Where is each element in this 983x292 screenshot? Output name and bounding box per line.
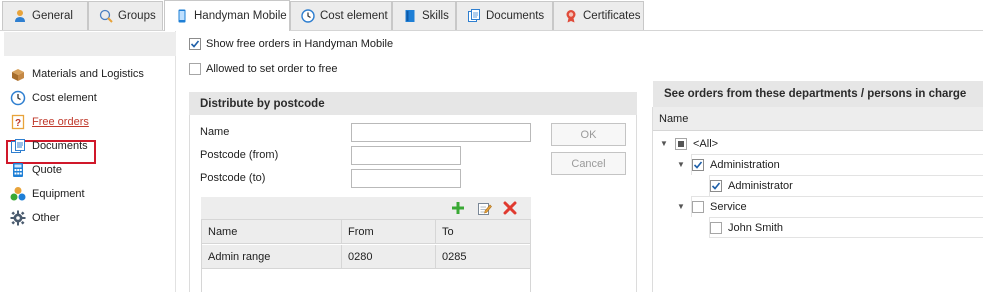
mobile-icon	[175, 9, 189, 23]
sidebar-item-label: Cost element	[32, 92, 97, 104]
gear-icon	[10, 210, 26, 226]
name-label: Name	[200, 126, 230, 138]
show-free-orders-label: Show free orders in Handyman Mobile	[206, 38, 394, 50]
postcode-from-input[interactable]	[351, 146, 461, 165]
tab-label: Documents	[486, 10, 545, 22]
tree-node-label: Administration	[710, 158, 780, 171]
postcode-to-label: Postcode (to)	[200, 172, 266, 184]
add-icon[interactable]	[449, 199, 467, 217]
sidebar-item-label: Other	[32, 212, 60, 224]
tab-label: General	[32, 10, 73, 22]
allowed-set-free-checkbox[interactable]	[189, 63, 201, 75]
name-input[interactable]	[351, 123, 531, 142]
edit-icon[interactable]	[475, 199, 493, 217]
sidebar-item-cost-element[interactable]: Cost element	[10, 89, 97, 107]
table-row-to-cell[interactable]: 0285	[436, 245, 530, 269]
tab-cost-element[interactable]: Cost element	[290, 1, 392, 30]
tree-node-label: Service	[710, 200, 747, 213]
grid-toolbar	[201, 197, 531, 219]
tree-node-label: <All>	[693, 137, 719, 150]
cancel-button[interactable]: Cancel	[551, 152, 626, 175]
column-header-name[interactable]: Name	[202, 220, 342, 244]
ok-button[interactable]: OK	[551, 123, 626, 146]
sidebar-item-materials-and-logistics[interactable]: Materials and Logistics	[10, 65, 144, 83]
sidebar: Materials and Logistics Cost element ? F…	[0, 31, 176, 292]
boxes-icon	[10, 66, 26, 82]
departments-panel-title: See orders from these departments / pers…	[664, 88, 967, 100]
tab-bar: General Groups Handyman Mobile Cost elem…	[0, 0, 983, 31]
distribute-panel-title: Distribute by postcode	[200, 97, 325, 110]
documents-icon	[10, 138, 26, 154]
sidebar-item-quote[interactable]: Quote	[10, 161, 62, 179]
tree-node-administrator[interactable]: Administrator	[710, 175, 793, 196]
postcode-from-label: Postcode (from)	[200, 149, 279, 161]
tree-node-administration[interactable]: ▼ Administration	[676, 154, 780, 175]
groups-icon	[99, 9, 113, 23]
svg-text:?: ?	[15, 118, 21, 129]
tree-node-all[interactable]: ▼ <All>	[659, 133, 718, 154]
equipment-icon	[10, 186, 26, 202]
tab-label: Groups	[118, 10, 156, 22]
tree-checkbox[interactable]	[692, 158, 704, 171]
tab-skills[interactable]: Skills	[392, 1, 456, 30]
tab-label: Skills	[422, 10, 449, 22]
tab-label: Certificates	[583, 10, 641, 22]
distribute-panel-header: Distribute by postcode	[189, 92, 637, 115]
tab-label: Cost element	[320, 10, 388, 22]
collapse-arrow-icon[interactable]: ▼	[676, 202, 686, 212]
tree-node-service[interactable]: ▼ Service	[676, 196, 747, 217]
sidebar-item-label: Equipment	[32, 188, 85, 200]
sidebar-item-equipment[interactable]: Equipment	[10, 185, 85, 203]
tree-node-label: Administrator	[728, 179, 793, 192]
column-header-from[interactable]: From	[342, 220, 436, 244]
collapse-arrow-icon[interactable]: ▼	[676, 160, 686, 170]
allowed-set-free-label: Allowed to set order to free	[206, 63, 338, 75]
postcode-to-input[interactable]	[351, 169, 461, 188]
allowed-set-free-option[interactable]: Allowed to set order to free	[189, 63, 337, 75]
tree-node-john-smith[interactable]: John Smith	[710, 217, 783, 238]
tree-column-header[interactable]: Name	[653, 107, 983, 131]
tab-handyman-mobile[interactable]: Handyman Mobile	[164, 0, 290, 31]
sidebar-item-label: Free orders	[32, 116, 89, 128]
tab-label: Handyman Mobile	[194, 10, 287, 22]
tab-general[interactable]: General	[2, 1, 88, 30]
sidebar-header	[4, 32, 176, 56]
sidebar-item-documents[interactable]: Documents	[10, 137, 88, 155]
book-icon	[403, 9, 417, 23]
tree-checkbox[interactable]	[710, 179, 722, 192]
certificate-icon	[564, 9, 578, 23]
column-header-to[interactable]: To	[436, 220, 530, 244]
table-row-from-cell[interactable]: 0280	[342, 245, 436, 269]
tab-certificates[interactable]: Certificates	[553, 1, 644, 30]
tree-node-label: John Smith	[728, 221, 784, 234]
sidebar-item-free-orders[interactable]: ? Free orders	[10, 113, 89, 131]
postcode-grid: Name From To Admin range 0280 0285	[201, 219, 531, 292]
tab-documents[interactable]: Documents	[456, 1, 553, 30]
clock-icon	[301, 9, 315, 23]
sidebar-item-label: Materials and Logistics	[32, 68, 144, 80]
question-doc-icon: ?	[10, 114, 26, 130]
table-row-name-cell[interactable]: Admin range	[202, 245, 342, 269]
clock-icon	[10, 90, 26, 106]
calculator-icon	[10, 162, 26, 178]
show-free-orders-option[interactable]: Show free orders in Handyman Mobile	[189, 38, 393, 50]
person-icon	[13, 9, 27, 23]
tree-checkbox[interactable]	[692, 200, 704, 213]
tree-checkbox[interactable]	[675, 137, 687, 150]
show-free-orders-checkbox[interactable]	[189, 38, 201, 50]
departments-panel-header: See orders from these departments / pers…	[653, 81, 983, 107]
tab-groups[interactable]: Groups	[88, 1, 163, 30]
sidebar-item-label: Documents	[32, 140, 88, 152]
sidebar-item-label: Quote	[32, 164, 62, 176]
collapse-arrow-icon[interactable]: ▼	[659, 139, 669, 149]
tree-checkbox[interactable]	[710, 221, 722, 234]
sidebar-item-other[interactable]: Other	[10, 209, 60, 227]
delete-icon[interactable]	[501, 199, 519, 217]
documents-icon	[467, 9, 481, 23]
